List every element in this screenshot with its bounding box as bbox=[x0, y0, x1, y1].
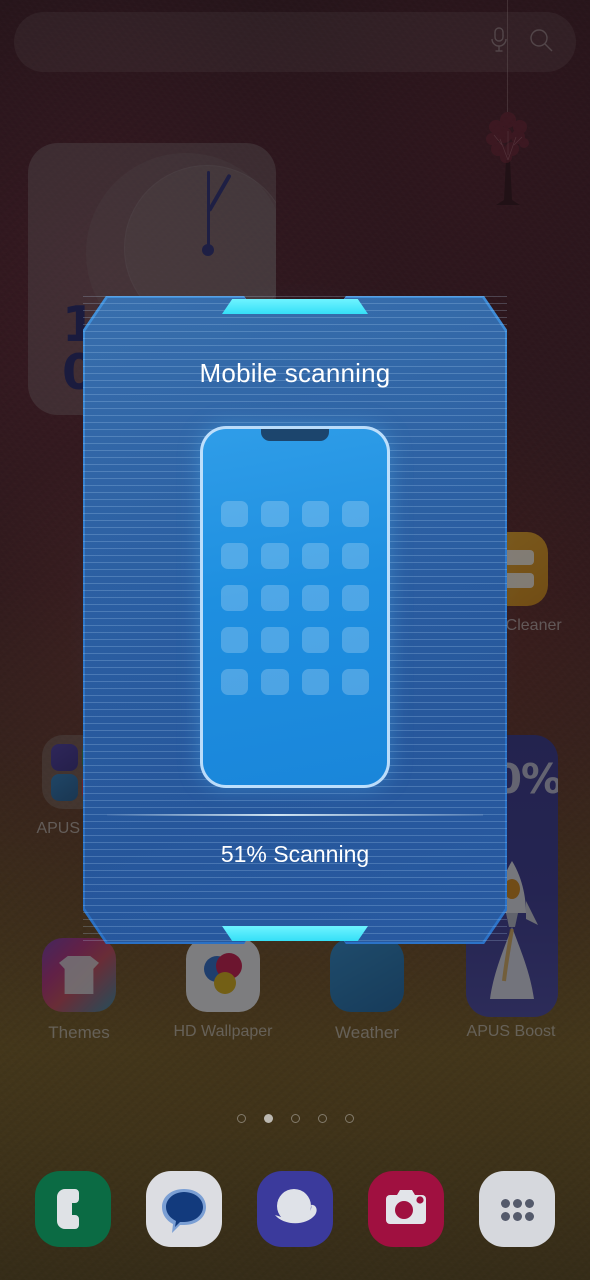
phone-grid-cell bbox=[341, 627, 369, 653]
scan-divider bbox=[107, 814, 483, 816]
dock bbox=[0, 1168, 590, 1250]
phone-grid-cell bbox=[221, 543, 249, 569]
phone-grid-cell bbox=[341, 501, 369, 527]
phone-grid-cell bbox=[301, 627, 329, 653]
page-dot[interactable] bbox=[317, 1114, 327, 1123]
mobile-scanning-dialog: Mobile scanning 51% Scanning bbox=[71, 284, 519, 956]
phone-grid-cell bbox=[221, 585, 249, 611]
message-glyph bbox=[162, 1189, 206, 1233]
phone-glyph bbox=[57, 1189, 79, 1229]
phone-grid-cell bbox=[301, 501, 329, 527]
panel-top-tab bbox=[222, 299, 368, 314]
page-dot-active[interactable] bbox=[263, 1114, 273, 1123]
phone-grid-cell bbox=[261, 669, 289, 695]
phone-grid-cell bbox=[341, 543, 369, 569]
planet-glyph bbox=[275, 1189, 317, 1224]
phone-grid-cell bbox=[261, 585, 289, 611]
camera-glyph bbox=[386, 1190, 426, 1224]
phone-notch bbox=[261, 429, 329, 441]
phone-grid-cell bbox=[261, 627, 289, 653]
message-bubble-icon[interactable] bbox=[146, 1171, 222, 1247]
phone-grid-cell bbox=[221, 669, 249, 695]
phone-app-grid bbox=[221, 501, 369, 695]
phone-grid-cell bbox=[341, 585, 369, 611]
phone-grid-cell bbox=[261, 543, 289, 569]
phone-grid-cell bbox=[301, 669, 329, 695]
scan-title: Mobile scanning bbox=[199, 358, 391, 388]
phone-grid-cell bbox=[221, 501, 249, 527]
phone-grid-cell bbox=[221, 627, 249, 653]
phone-illustration bbox=[200, 426, 390, 788]
phone-icon[interactable] bbox=[35, 1171, 111, 1247]
app-drawer-icon[interactable] bbox=[479, 1171, 555, 1247]
internet-planet-icon[interactable] bbox=[257, 1171, 333, 1247]
page-dot[interactable] bbox=[344, 1114, 354, 1123]
phone-grid-cell bbox=[261, 501, 289, 527]
camera-icon[interactable] bbox=[368, 1171, 444, 1247]
page-indicator bbox=[0, 1114, 590, 1123]
phone-grid-cell bbox=[301, 585, 329, 611]
panel-bottom-tab bbox=[222, 926, 368, 941]
phone-grid-cell bbox=[341, 669, 369, 695]
scan-status-text: 51% Scanning bbox=[220, 841, 370, 867]
page-dot[interactable] bbox=[236, 1114, 246, 1123]
phone-grid-cell bbox=[301, 543, 329, 569]
page-dot[interactable] bbox=[290, 1114, 300, 1123]
